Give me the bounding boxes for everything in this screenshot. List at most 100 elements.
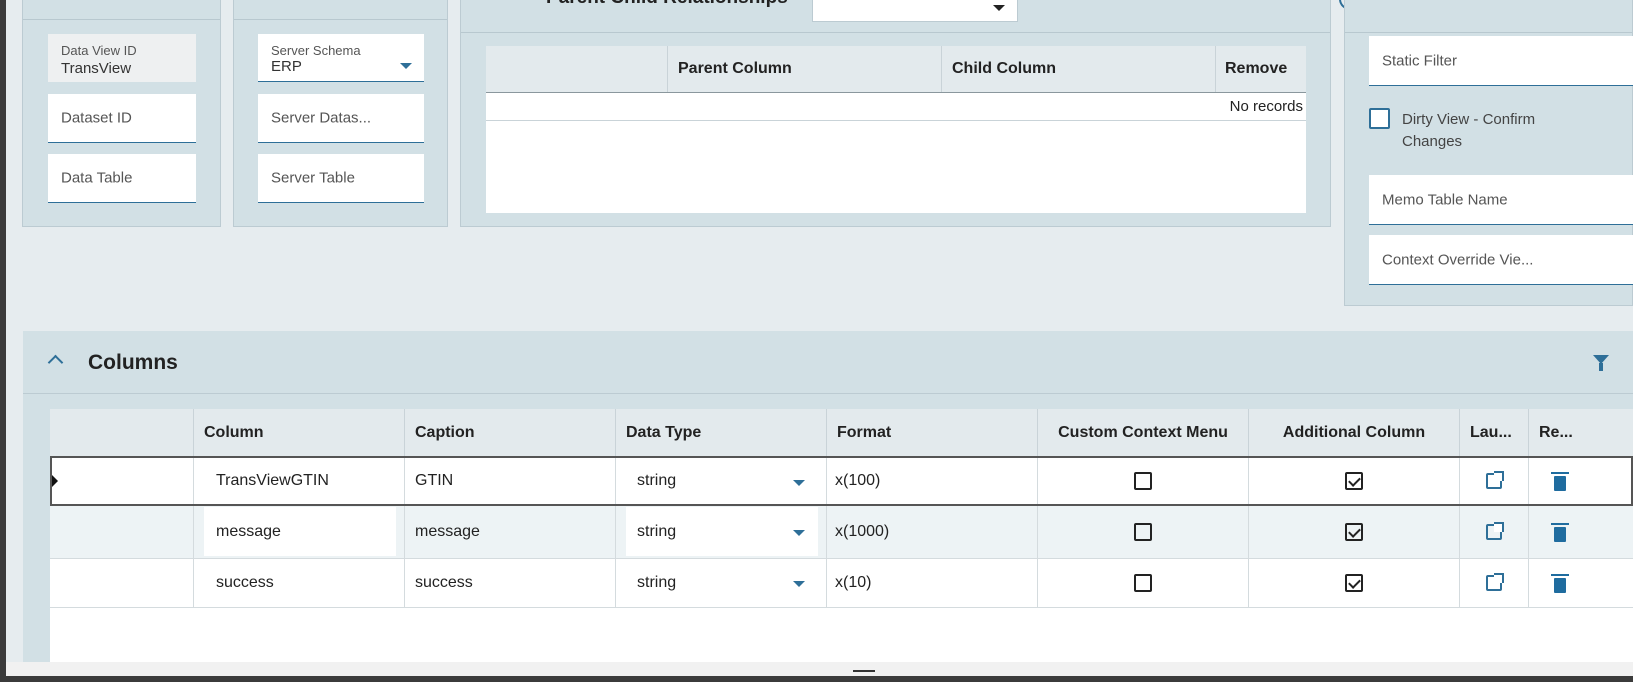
cell-column[interactable]: message: [194, 506, 405, 558]
additional-column-checkbox[interactable]: [1345, 523, 1363, 541]
cell-select: [52, 458, 194, 504]
dataset-id-placeholder: Dataset ID: [61, 109, 132, 127]
cell-data-type-select[interactable]: string: [616, 458, 827, 504]
dataset-panel: Data View ID TransView Dataset ID Data T…: [22, 0, 221, 227]
data-table-placeholder: Data Table: [61, 169, 133, 187]
cell-column-text: success: [216, 574, 274, 591]
options-panel: Static Filter Dirty View - Confirm Chang…: [1344, 0, 1633, 306]
cell-format-text: x(1000): [835, 523, 890, 540]
cell-format[interactable]: x(10): [827, 559, 1038, 607]
columns-section-header: Columns: [23, 331, 1633, 394]
cell-data-type-text: string: [637, 523, 677, 540]
trash-icon[interactable]: [1551, 471, 1569, 491]
server-schema-label: Server Schema: [271, 43, 361, 58]
cell-format-text: x(10): [835, 574, 872, 591]
filter-icon[interactable]: [1593, 355, 1609, 371]
cell-custom-context-menu: [1038, 458, 1249, 504]
col-header-column-label: Column: [204, 423, 264, 441]
trash-icon[interactable]: [1551, 573, 1569, 593]
col-header-additional-column: Additional Column: [1249, 409, 1460, 456]
cell-column[interactable]: TransViewGTIN: [194, 458, 405, 504]
memo-table-placeholder: Memo Table Name: [1382, 191, 1508, 208]
cell-select: [50, 506, 194, 558]
dirty-view-label: Dirty View - Confirm Changes: [1402, 111, 1536, 150]
cell-format[interactable]: x(1000): [827, 506, 1038, 558]
chevron-down-icon: [793, 581, 805, 587]
col-header-select: [50, 409, 194, 456]
trash-icon[interactable]: [1551, 522, 1569, 542]
context-override-field[interactable]: Context Override Vie...: [1369, 235, 1633, 285]
custom-context-menu-checkbox[interactable]: [1134, 574, 1152, 592]
cell-format[interactable]: x(100): [827, 458, 1038, 504]
col-header-custom-context-menu-label: Custom Context Menu: [1058, 423, 1228, 441]
col-header-custom-context-menu: Custom Context Menu: [1038, 409, 1249, 456]
cell-caption-text: success: [415, 574, 473, 591]
cell-column-text: message: [216, 523, 281, 540]
external-link-icon[interactable]: [1486, 471, 1504, 489]
dirty-view-checkbox[interactable]: [1369, 108, 1390, 129]
server-schema-value: ERP: [271, 58, 302, 75]
additional-column-checkbox[interactable]: [1345, 472, 1363, 490]
rel-empty-row: [486, 92, 1306, 121]
bottom-resize-strip[interactable]: [6, 662, 1633, 676]
dataset-id-field[interactable]: Dataset ID: [48, 94, 196, 143]
server-table-field[interactable]: Server Table: [258, 154, 424, 203]
custom-context-menu-checkbox[interactable]: [1134, 472, 1152, 490]
col-header-format-label: Format: [837, 423, 892, 441]
static-filter-placeholder: Static Filter: [1382, 52, 1458, 69]
cell-custom-context-menu: [1038, 506, 1249, 558]
server-table-placeholder: Server Table: [271, 169, 355, 187]
cell-caption[interactable]: message: [405, 506, 616, 558]
chevron-down-icon: [793, 530, 805, 536]
external-link-icon[interactable]: [1486, 522, 1504, 540]
columns-table: Column Caption Data Type Format Custom C…: [50, 409, 1633, 662]
context-override-placeholder: Context Override Vie...: [1382, 251, 1534, 268]
cell-data-type-select[interactable]: string: [616, 506, 827, 558]
cell-remove: [1529, 506, 1633, 558]
cell-launch: [1460, 506, 1529, 558]
data-table-field[interactable]: Data Table: [48, 154, 196, 203]
cell-launch: [1460, 458, 1529, 504]
custom-context-menu-checkbox[interactable]: [1134, 523, 1152, 541]
columns-title: Columns: [88, 351, 178, 374]
cell-launch: [1460, 559, 1529, 607]
table-row[interactable]: message message string x(1000): [50, 506, 1633, 559]
rel-header-select: [486, 46, 668, 92]
server-dataset-field[interactable]: Server Datas...: [258, 94, 424, 143]
external-link-icon[interactable]: [1486, 573, 1504, 591]
table-row[interactable]: TransViewGTIN GTIN string x(100): [50, 456, 1633, 506]
col-header-caption-label: Caption: [415, 423, 475, 441]
panel-divider: [461, 32, 1330, 33]
col-header-remove: Re...: [1529, 409, 1633, 456]
server-schema-select[interactable]: Server Schema ERP: [258, 34, 424, 82]
cell-caption-text: message: [415, 523, 480, 540]
rel-header-child-label: Child Column: [952, 60, 1056, 77]
cell-column[interactable]: success: [194, 559, 405, 607]
cell-column-text: TransViewGTIN: [216, 472, 329, 489]
col-header-format: Format: [827, 409, 1038, 456]
table-row[interactable]: success success string x(10): [50, 559, 1633, 608]
static-filter-field[interactable]: Static Filter: [1369, 36, 1633, 86]
cell-additional-column: [1249, 506, 1460, 558]
cell-caption[interactable]: success: [405, 559, 616, 607]
no-records-text: No records: [1229, 98, 1303, 115]
relationships-grid: Parent Column Child Column Remove No rec…: [486, 46, 1306, 213]
rel-header-remove: Remove: [1216, 46, 1306, 92]
additional-column-checkbox[interactable]: [1345, 574, 1363, 592]
cell-data-type-select[interactable]: string: [616, 559, 827, 607]
resize-grip-icon[interactable]: [853, 670, 875, 672]
window-frame-bottom: [0, 676, 1633, 682]
relationship-select[interactable]: [812, 0, 1018, 22]
panel-divider: [23, 19, 220, 20]
col-header-data-type: Data Type: [616, 409, 827, 456]
cell-caption[interactable]: GTIN: [405, 458, 616, 504]
cell-data-type-text: string: [637, 574, 677, 591]
chevron-down-icon: [793, 480, 805, 486]
chevron-up-icon[interactable]: [47, 354, 64, 371]
cell-remove: [1529, 458, 1633, 504]
rel-header-remove-label: Remove: [1225, 60, 1288, 77]
memo-table-field[interactable]: Memo Table Name: [1369, 175, 1633, 225]
chevron-down-icon: [400, 63, 412, 69]
cell-select: [50, 559, 194, 607]
col-header-column: Column: [194, 409, 405, 456]
